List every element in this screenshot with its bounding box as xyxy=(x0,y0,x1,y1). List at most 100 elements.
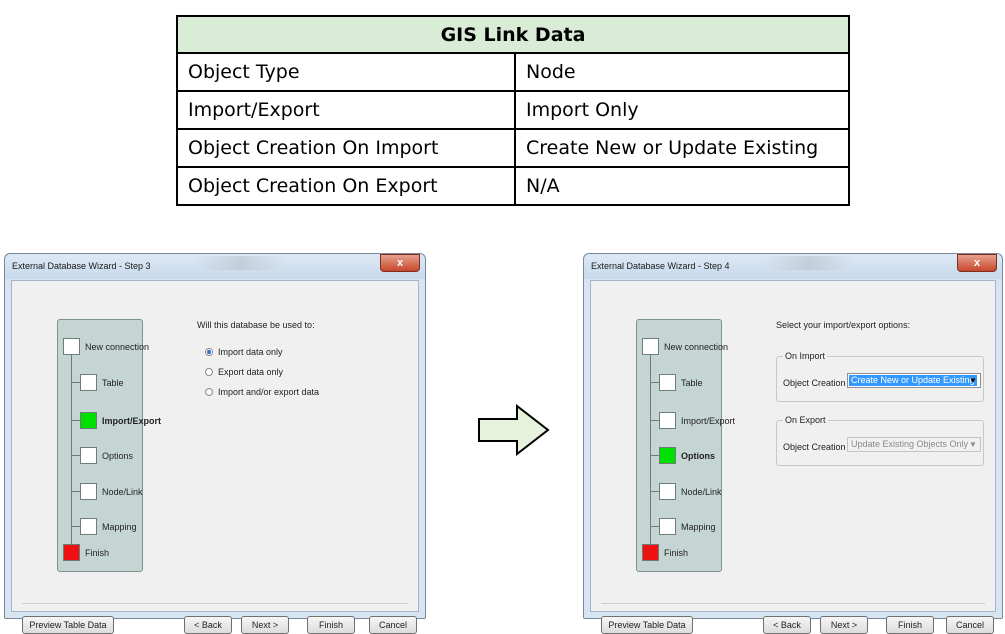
step-indicator xyxy=(659,374,676,391)
step-branch-line xyxy=(71,382,80,383)
wizard-step3-dialog: External Database Wizard - Step 3 x New … xyxy=(4,253,426,634)
radio-label: Import data only xyxy=(218,347,283,357)
window-title: External Database Wizard - Step 4 xyxy=(591,261,730,271)
step-label: Options xyxy=(681,451,715,461)
preview-table-data-button[interactable]: Preview Table Data xyxy=(22,616,114,634)
gis-link-data-table: GIS Link Data Object Type Node Import/Ex… xyxy=(176,15,850,206)
radio-label: Export data only xyxy=(218,367,284,377)
radio-unchecked-icon[interactable] xyxy=(205,387,213,396)
step-branch-line xyxy=(650,382,659,383)
next-button[interactable]: Next > xyxy=(820,616,868,634)
titlebar-glare xyxy=(195,256,285,270)
step-indicator-active xyxy=(80,412,97,429)
right-arrow-icon xyxy=(478,404,550,456)
step-indicator xyxy=(63,338,80,355)
row-value: Create New or Update Existing xyxy=(514,128,850,168)
row-value: Node xyxy=(514,52,850,92)
row-label: Object Creation On Export xyxy=(176,166,516,206)
button-separator xyxy=(601,603,985,604)
table-header-row: GIS Link Data xyxy=(176,15,850,54)
step-indicator xyxy=(642,338,659,355)
next-button[interactable]: Next > xyxy=(241,616,289,634)
object-creation-label: Object Creation xyxy=(783,378,846,388)
step-indicator xyxy=(659,518,676,535)
step-prompt: Will this database be used to: xyxy=(197,320,315,330)
wizard-step4-dialog: External Database Wizard - Step 4 x New … xyxy=(583,253,1003,634)
step-label: New connection xyxy=(664,342,729,352)
step-label: Table xyxy=(102,378,124,388)
step-branch-line xyxy=(650,455,659,456)
step-branch-line xyxy=(650,420,659,421)
table-row: Object Type Node xyxy=(176,52,850,92)
table-title: GIS Link Data xyxy=(176,15,850,54)
chevron-down-icon: ▼ xyxy=(969,440,977,449)
step-branch-line xyxy=(71,491,80,492)
radio-import-only[interactable]: Import data only xyxy=(205,347,283,357)
step-panel: New connection Table Import/Export Optio… xyxy=(57,319,161,572)
row-value: Import Only xyxy=(514,90,850,130)
step-indicator-finish xyxy=(63,544,80,561)
import-object-creation-dropdown[interactable]: Create New or Update Existing ▼ xyxy=(847,373,981,388)
step-indicator xyxy=(80,518,97,535)
table-row: Object Creation On Export N/A xyxy=(176,166,850,206)
radio-checked-icon[interactable] xyxy=(205,347,213,356)
dropdown-value: Update Existing Objects Only xyxy=(851,439,969,449)
dialog-client-area: New connection Table Import/Export Optio… xyxy=(11,280,419,634)
object-creation-label: Object Creation xyxy=(783,442,846,452)
row-label: Import/Export xyxy=(176,90,516,130)
step-indicator xyxy=(659,412,676,429)
on-export-group: On Export Object Creation Update Existin… xyxy=(776,415,984,466)
cancel-button[interactable]: Cancel xyxy=(946,616,994,634)
back-button[interactable]: < Back xyxy=(763,616,811,634)
step-label: Import/Export xyxy=(102,416,162,426)
finish-button[interactable]: Finish xyxy=(886,616,934,634)
chevron-down-icon[interactable]: ▼ xyxy=(968,376,978,386)
step-branch-line xyxy=(71,420,80,421)
import-export-radio-group: Import data only Export data only Import… xyxy=(205,347,405,417)
step-indicator-active xyxy=(659,447,676,464)
step-branch-line xyxy=(650,491,659,492)
step-indicator xyxy=(659,483,676,500)
step-label: Finish xyxy=(664,548,689,558)
group-legend: On Export xyxy=(783,415,828,425)
export-object-creation-dropdown: Update Existing Objects Only ▼ xyxy=(847,437,981,452)
preview-table-data-button[interactable]: Preview Table Data xyxy=(601,616,693,634)
radio-label: Import and/or export data xyxy=(218,387,320,397)
step-branch-line xyxy=(71,526,80,527)
step-connector-line xyxy=(650,346,651,552)
step-indicator-finish xyxy=(642,544,659,561)
close-button[interactable]: x xyxy=(380,254,420,272)
button-separator xyxy=(22,603,408,604)
radio-export-only[interactable]: Export data only xyxy=(205,367,283,377)
dialog-client-area: New connection Table Import/Export Optio… xyxy=(590,280,996,634)
step-connector-line xyxy=(71,346,72,552)
finish-button[interactable]: Finish xyxy=(307,616,355,634)
step-label: Finish xyxy=(85,548,110,558)
step-label: Import/Export xyxy=(681,416,736,426)
step-branch-line xyxy=(650,526,659,527)
step-panel: New connection Table Import/Export Optio… xyxy=(636,319,735,572)
step-branch-line xyxy=(71,455,80,456)
close-button[interactable]: x xyxy=(957,254,997,272)
title-bar[interactable]: External Database Wizard - Step 3 x xyxy=(5,254,425,279)
on-import-group: On Import Object Creation Create New or … xyxy=(776,351,984,402)
step-indicator xyxy=(80,483,97,500)
step-label: Table xyxy=(681,378,703,388)
radio-import-and-export[interactable]: Import and/or export data xyxy=(205,387,319,397)
radio-unchecked-icon[interactable] xyxy=(205,367,213,376)
group-legend: On Import xyxy=(783,351,828,361)
step-prompt: Select your import/export options: xyxy=(776,320,911,330)
row-label: Object Creation On Import xyxy=(176,128,516,168)
step-label: Options xyxy=(102,451,134,461)
step-indicator xyxy=(80,447,97,464)
dropdown-value: Create New or Update Existing xyxy=(849,375,977,386)
titlebar-glare xyxy=(764,256,854,270)
step-indicator xyxy=(80,374,97,391)
cancel-button[interactable]: Cancel xyxy=(369,616,417,634)
row-value: N/A xyxy=(514,166,850,206)
back-button[interactable]: < Back xyxy=(184,616,232,634)
title-bar[interactable]: External Database Wizard - Step 4 x xyxy=(584,254,1002,279)
step-label: Node/Link xyxy=(102,487,143,497)
table-row: Object Creation On Import Create New or … xyxy=(176,128,850,168)
table-row: Import/Export Import Only xyxy=(176,90,850,130)
